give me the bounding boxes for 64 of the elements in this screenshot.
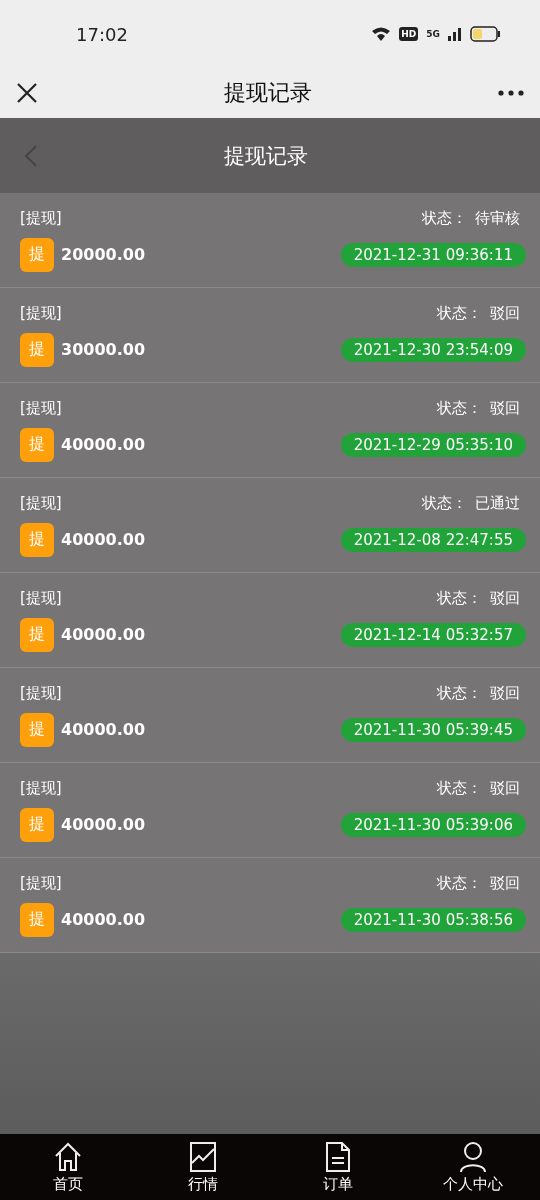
amount: 40000.00 xyxy=(61,910,145,929)
tab-item[interactable]: 首页 xyxy=(0,1134,135,1200)
withdraw-badge: 提 xyxy=(20,902,54,937)
record-type: [提现] xyxy=(20,493,62,513)
status-label: 状态： xyxy=(437,873,482,893)
close-icon[interactable] xyxy=(16,82,38,104)
amount: 40000.00 xyxy=(61,435,145,454)
status-label: 状态： xyxy=(437,398,482,418)
user-icon xyxy=(457,1140,488,1173)
tab-item[interactable]: 订单 xyxy=(270,1134,405,1200)
signal-icon xyxy=(448,27,462,41)
status-value: 驳回 xyxy=(490,303,520,323)
record-type: [提现] xyxy=(20,303,62,323)
record-type: [提现] xyxy=(20,778,62,798)
amount: 30000.00 xyxy=(61,340,145,359)
page-title: 提现记录 xyxy=(223,142,309,170)
record-type: [提现] xyxy=(20,683,62,703)
tab-item[interactable]: 行情 xyxy=(135,1134,270,1200)
status-label: 状态： xyxy=(422,493,467,513)
time-badge: 2021-11-30 05:39:06 xyxy=(340,812,526,837)
status-value: 驳回 xyxy=(490,873,520,893)
tab-item[interactable]: 个人中心 xyxy=(405,1134,540,1200)
hd-indicator: HD xyxy=(399,27,419,41)
withdraw-badge: 提 xyxy=(20,617,54,652)
status-label: 状态： xyxy=(437,588,482,608)
amount: 40000.00 xyxy=(61,815,145,834)
status-label: 状态： xyxy=(437,303,482,323)
record-type: [提现] xyxy=(20,588,62,608)
withdraw-badge: 提 xyxy=(20,807,54,842)
status-value: 驳回 xyxy=(490,398,520,418)
withdraw-badge: 提 xyxy=(20,522,54,557)
withdraw-badge: 提 xyxy=(20,712,54,747)
chart-icon xyxy=(187,1140,218,1173)
record-type: [提现] xyxy=(20,398,62,418)
record-type: [提现] xyxy=(20,873,62,893)
status-value: 驳回 xyxy=(490,588,520,608)
time-badge: 2021-12-31 09:36:11 xyxy=(340,242,526,267)
status-value: 待审核 xyxy=(475,208,520,228)
record-type: [提现] xyxy=(20,208,62,228)
status-value: 驳回 xyxy=(490,778,520,798)
status-value: 驳回 xyxy=(490,683,520,703)
status-time: 17:02 xyxy=(76,23,128,45)
amount: 20000.00 xyxy=(61,245,145,264)
time-badge: 2021-11-30 05:38:56 xyxy=(340,907,526,932)
more-icon[interactable] xyxy=(498,90,524,96)
time-badge: 2021-12-08 22:47:55 xyxy=(340,527,526,552)
time-badge: 2021-12-14 05:32:57 xyxy=(340,622,526,647)
status-label: 状态： xyxy=(422,208,467,228)
amount: 40000.00 xyxy=(61,530,145,549)
time-badge: 2021-11-30 05:39:45 xyxy=(340,717,526,742)
network-label: 5G xyxy=(426,29,440,39)
amount: 40000.00 xyxy=(61,625,145,644)
withdraw-badge: 提 xyxy=(20,427,54,462)
withdraw-badge: 提 xyxy=(20,237,54,272)
withdraw-badge: 提 xyxy=(20,332,54,367)
wifi-icon xyxy=(371,26,392,42)
battery-icon xyxy=(470,26,500,42)
time-badge: 2021-12-30 23:54:09 xyxy=(340,337,526,362)
status-label: 状态： xyxy=(437,683,482,703)
status-value: 已通过 xyxy=(475,493,520,513)
amount: 40000.00 xyxy=(61,720,145,739)
time-badge: 2021-12-29 05:35:10 xyxy=(340,432,526,457)
status-label: 状态： xyxy=(437,778,482,798)
browser-title: 提现记录 xyxy=(224,79,312,107)
